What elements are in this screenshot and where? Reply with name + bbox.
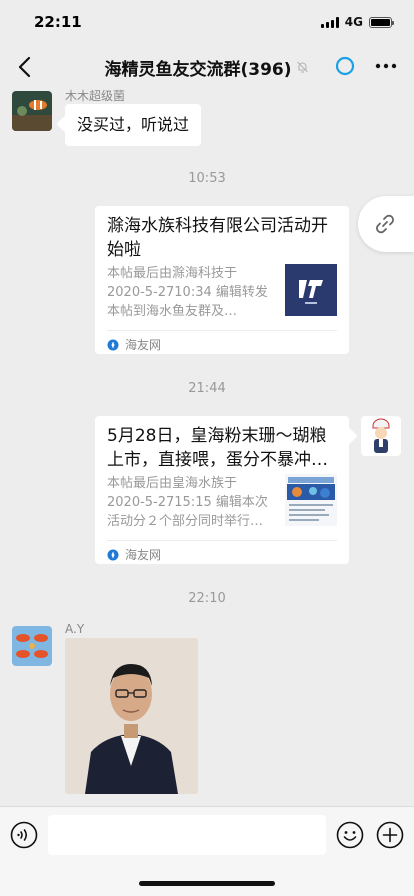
status-indicators: 4G [320, 15, 394, 29]
ellipsis-icon[interactable] [374, 55, 398, 77]
card-source: 海友网 [107, 336, 161, 353]
timestamp: 22:10 [188, 591, 226, 606]
portrait-photo [65, 638, 198, 794]
card-divider [107, 330, 337, 331]
chat-title: 海精灵鱼友交流群(396) [104, 59, 292, 80]
home-indicator[interactable] [139, 881, 275, 886]
card-title: 5月28日，皇海粉末珊～瑚粮上市，直接喂，蛋分不暴冲… [107, 426, 328, 470]
battery-icon [369, 16, 394, 28]
card-source: 海友网 [107, 546, 161, 563]
fish-avatar-image [12, 91, 52, 131]
ring-icon[interactable] [334, 55, 356, 77]
voice-icon[interactable] [10, 821, 38, 849]
avatar[interactable] [361, 416, 401, 456]
signal-icon [320, 16, 339, 28]
card-divider [107, 540, 337, 541]
photo-message[interactable] [65, 638, 198, 794]
card-source-label: 海友网 [125, 548, 162, 562]
compass-icon [107, 549, 119, 560]
chevron-left-icon [18, 56, 31, 78]
message-text: 没买过，听说过 [77, 115, 190, 134]
nav-actions [334, 55, 398, 77]
link-float-button[interactable] [358, 196, 414, 252]
card-description: 本帖最后由皇海水族于 2020-5-2715:15 编辑本次活动分２个部分同时举… [107, 476, 268, 529]
compass-icon [107, 339, 119, 350]
card-title: 滁海水族科技有限公司活动开始啦 [107, 216, 328, 260]
link-card[interactable]: 滁海水族科技有限公司活动开始啦 本帖最后由滁海科技于 2020-5-2710:3… [95, 206, 349, 354]
sender-name: 木木超级菌 [65, 89, 126, 103]
timestamp: 21:44 [188, 381, 226, 396]
coral-food-image [285, 474, 337, 526]
sender-name: A.Y [65, 622, 85, 636]
avatar[interactable] [12, 91, 52, 131]
card-description: 本帖最后由滁海科技于 2020-5-2710:34 编辑转发本帖到海水鱼友群及… [107, 266, 268, 319]
chat-header: 海精灵鱼友交流群(396) [0, 44, 414, 90]
timestamp: 10:53 [188, 171, 226, 186]
card-thumbnail [285, 264, 337, 316]
message-bubble[interactable]: 没买过，听说过 [65, 104, 202, 146]
link-card[interactable]: 5月28日，皇海粉末珊～瑚粮上市，直接喂，蛋分不暴冲… 本帖最后由皇海水族于 2… [95, 416, 358, 564]
cartoon-avatar-image [361, 416, 401, 456]
plus-icon[interactable] [376, 821, 404, 849]
card-source-label: 海友网 [125, 338, 162, 352]
back-button[interactable] [10, 52, 40, 82]
chat-title-wrap: 海精灵鱼友交流群(396) [104, 44, 309, 90]
status-bar: 22:11 4G [0, 0, 414, 44]
emoji-icon[interactable] [336, 821, 364, 849]
fish-avatar-image [12, 626, 52, 666]
card-thumbnail [285, 474, 337, 526]
brand-logo [285, 264, 337, 316]
avatar[interactable] [12, 626, 52, 666]
message-input[interactable] [48, 815, 326, 855]
status-time: 22:11 [34, 13, 82, 31]
link-icon [376, 214, 394, 234]
bell-off-icon [297, 61, 308, 73]
bubble-tail [340, 427, 358, 445]
network-type: 4G [344, 15, 363, 29]
